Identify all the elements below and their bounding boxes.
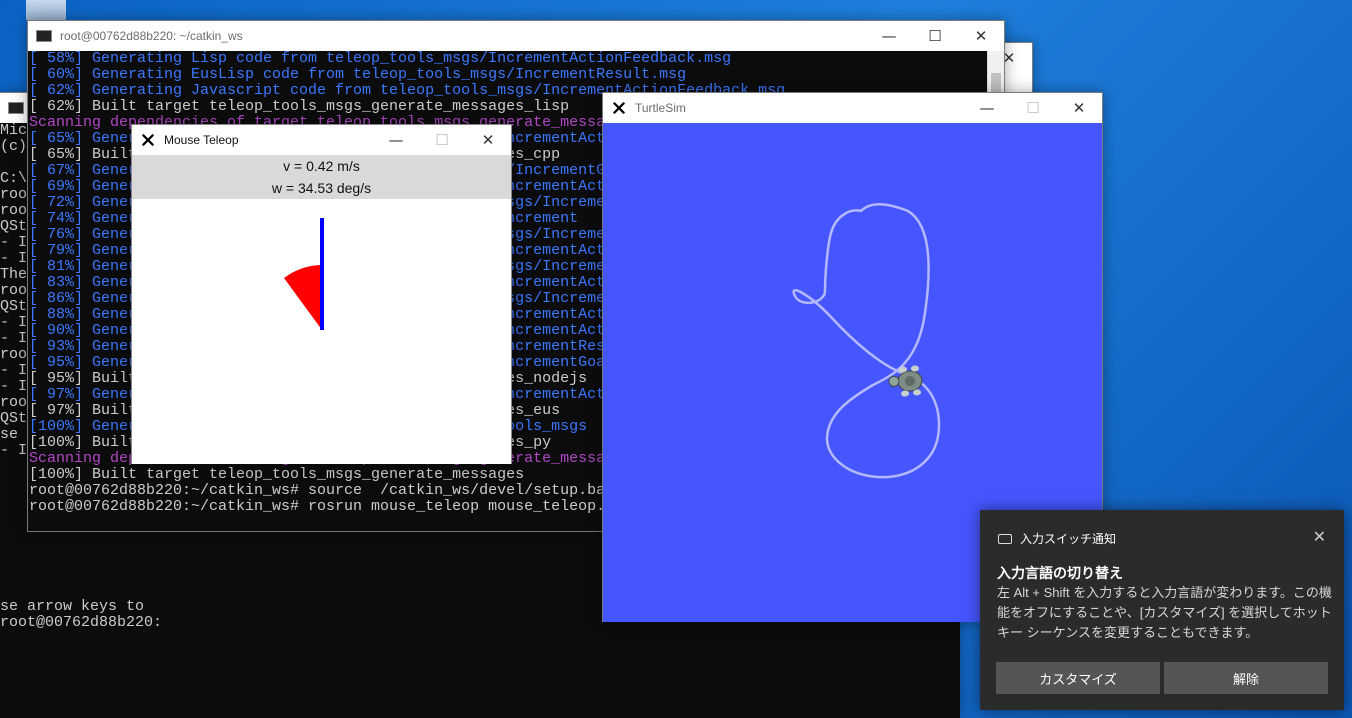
terminal-line: [ 58%] Generating Lisp code from teleop_… [29,51,732,67]
close-button[interactable]: ✕ [465,125,511,155]
close-button[interactable]: ✕ [958,21,1004,51]
notification-close-button[interactable]: ✕ [1313,527,1326,546]
notification-body: 左 Alt + Shift を入力すると入力言語が変わります。この機能をオフにす… [997,585,1332,640]
console-icon [36,30,52,42]
teleop-titlebar[interactable]: Mouse Teleop — ☐ ✕ [132,125,511,155]
maximize-button[interactable]: ☐ [912,21,958,51]
notification-app-header: 入力スイッチ通知 [998,530,1116,547]
minimize-button[interactable]: — [866,21,912,51]
velocity-readout: v = 0.42 m/s w = 34.53 deg/s [132,155,511,199]
keyboard-icon [998,533,1012,544]
console-icon [8,102,24,114]
dismiss-button[interactable]: 解除 [1164,662,1328,694]
teleop-title: Mouse Teleop [164,133,239,147]
notification-title: 入力言語の切り替え [997,565,1123,581]
catkin-title: root@00762d88b220: ~/catkin_ws [60,29,243,43]
teleop-drawing [284,218,324,330]
notification-app-name: 入力スイッチ通知 [1020,532,1117,546]
linear-velocity-label: v = 0.42 m/s [283,158,360,174]
maximize-button[interactable]: ☐ [419,125,465,155]
catkin-titlebar[interactable]: root@00762d88b220: ~/catkin_ws — ☐ ✕ [28,21,1004,51]
mouse-teleop-window[interactable]: Mouse Teleop — ☐ ✕ v = 0.42 m/s w = 34.5… [131,124,512,464]
x11-icon [141,134,155,146]
angular-velocity-wedge [284,265,322,330]
turtlesim-title: TurtleSim [635,101,686,115]
input-switch-notification[interactable]: 入力スイッチ通知 ✕ 入力言語の切り替え 左 Alt + Shift を入力する… [980,510,1344,710]
customize-button[interactable]: カスタマイズ [996,662,1160,694]
turtlesim-titlebar[interactable]: TurtleSim — ☐ ✕ [603,93,1102,123]
teleop-canvas[interactable] [132,199,511,464]
minimize-button[interactable]: — [373,125,419,155]
minimize-button[interactable]: — [964,93,1010,123]
angular-velocity-label: w = 34.53 deg/s [271,180,372,196]
close-button[interactable]: ✕ [1056,93,1102,123]
turtle-trail [792,203,941,479]
x11-icon [612,102,626,114]
recycle-bin-icon[interactable] [26,0,66,22]
linear-velocity-bar [320,218,324,330]
terminal-line: [ 60%] Generating EusLisp code from tele… [29,66,687,83]
maximize-button[interactable]: ☐ [1010,93,1056,123]
